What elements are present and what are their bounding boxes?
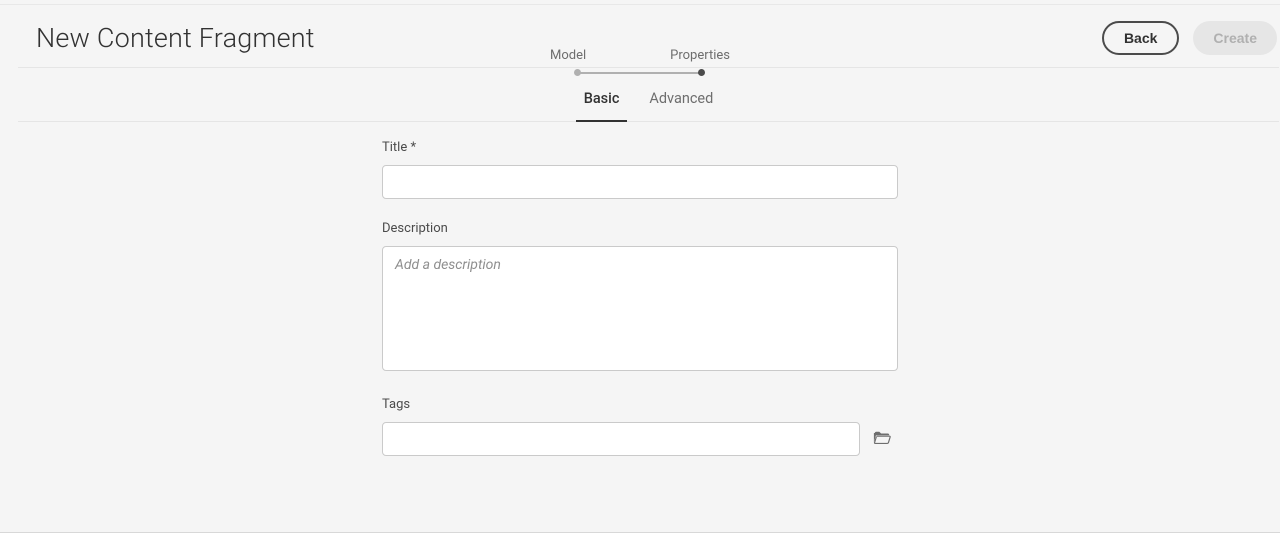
browse-tags-button[interactable]	[866, 422, 898, 456]
stepper-dot-model	[574, 69, 581, 76]
stepper-step-properties[interactable]: Properties	[670, 48, 730, 63]
stepper-step-model[interactable]: Model	[550, 48, 586, 63]
title-input[interactable]	[382, 165, 898, 199]
field-title: Title *	[382, 140, 898, 199]
tab-advanced[interactable]: Advanced	[649, 68, 713, 121]
folder-open-icon	[873, 430, 891, 449]
description-label: Description	[382, 221, 898, 236]
properties-form: Title * Description Tags	[382, 140, 898, 456]
stepper-labels: Model Properties	[550, 48, 730, 63]
form-tabs: Basic Advanced	[18, 68, 1279, 122]
back-button[interactable]: Back	[1102, 21, 1179, 55]
description-textarea[interactable]	[382, 246, 898, 371]
create-button: Create	[1193, 21, 1277, 55]
field-tags: Tags	[382, 397, 898, 456]
title-label: Title *	[382, 140, 898, 155]
tags-row	[382, 422, 898, 456]
page-header: New Content Fragment Model Properties Ba…	[18, 5, 1279, 68]
tags-input[interactable]	[382, 422, 860, 456]
page-title: New Content Fragment	[36, 22, 315, 54]
field-description: Description	[382, 221, 898, 375]
tags-label: Tags	[382, 397, 898, 412]
tab-basic[interactable]: Basic	[584, 68, 620, 121]
header-actions: Back Create	[1102, 21, 1279, 55]
